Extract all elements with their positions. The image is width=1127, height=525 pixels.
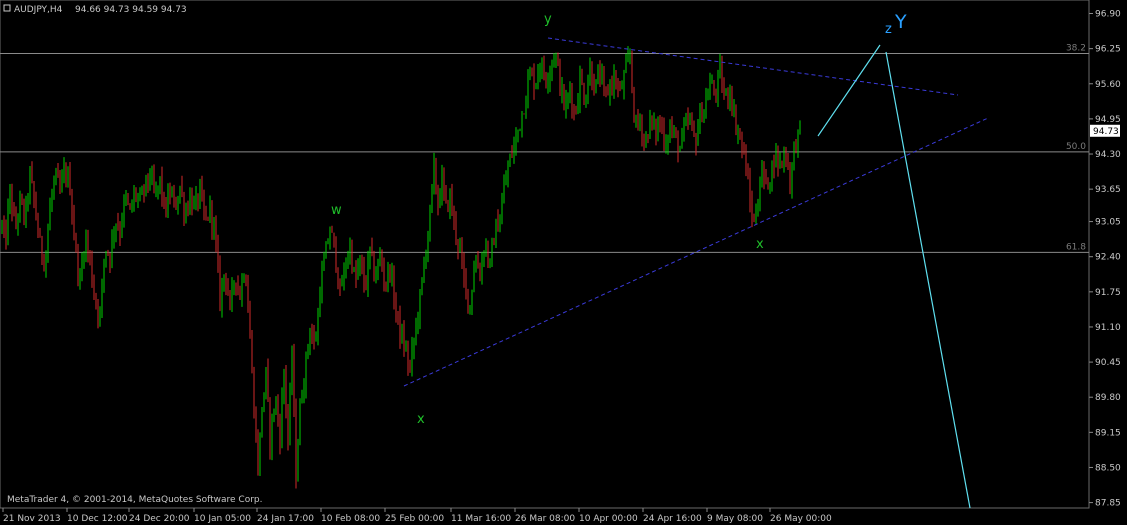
fib-level-label: 61.8 xyxy=(1066,242,1086,252)
price-axis-label: 89.80 xyxy=(1095,393,1121,403)
current-price-value: 94.73 xyxy=(1093,127,1119,137)
time-axis-label: 24 Dec 20:00 xyxy=(129,514,190,524)
time-axis-label: 10 Dec 12:00 xyxy=(67,514,128,524)
time-axis-label: 11 Mar 16:00 xyxy=(451,514,511,524)
copyright-text: MetaTrader 4, © 2001-2014, MetaQuotes So… xyxy=(7,495,263,505)
symbol-label: AUDJPY,H4 xyxy=(14,5,63,15)
price-axis-label: 92.40 xyxy=(1095,253,1121,263)
price-axis-label: 93.65 xyxy=(1095,185,1121,195)
time-axis-label: 26 Mar 08:00 xyxy=(515,514,575,524)
price-axis-label: 93.05 xyxy=(1095,218,1121,228)
price-axis-label: 94.30 xyxy=(1095,150,1121,160)
ohlc-values: 94.66 94.73 94.59 94.73 xyxy=(75,5,187,15)
price-axis-label: 91.75 xyxy=(1095,288,1121,298)
price-axis-label: 96.90 xyxy=(1095,10,1121,20)
time-axis[interactable]: 21 Nov 2013 10 Dec 12:00 24 Dec 20:00 10 Ja… xyxy=(2,508,832,524)
wave-label-Y: Y xyxy=(894,11,907,33)
price-axis-label: 88.50 xyxy=(1095,463,1121,473)
time-axis-label: 10 Feb 08:00 xyxy=(321,514,380,524)
time-axis-label: 9 May 08:00 xyxy=(707,514,763,524)
chart-header: AUDJPY,H4 94.66 94.73 94.59 94.73 xyxy=(3,4,187,15)
time-axis-label: 26 May 00:00 xyxy=(770,514,832,524)
chart-window[interactable]: 38.2 50.0 61.8 w x y x z Y AUDJPY,H4 94.… xyxy=(0,0,1127,525)
time-axis-label: 21 Nov 2013 xyxy=(3,514,61,524)
price-axis-label: 89.15 xyxy=(1095,428,1121,438)
current-price-tag: 94.73 xyxy=(1090,124,1120,137)
time-axis-label: 10 Apr 00:00 xyxy=(579,514,638,524)
time-axis-label: 24 Apr 16:00 xyxy=(643,514,702,524)
chart-canvas[interactable]: 38.2 50.0 61.8 w x y x z Y AUDJPY,H4 94.… xyxy=(0,0,1127,525)
wave-label-z: z xyxy=(885,22,892,37)
time-axis-label: 10 Jan 05:00 xyxy=(194,514,251,524)
price-axis[interactable]: 96.90 96.25 95.60 94.95 94.30 93.65 93.05 92.40… xyxy=(1089,10,1121,509)
price-axis-label: 96.25 xyxy=(1095,45,1121,55)
wave-label-x: x xyxy=(756,237,764,252)
fib-level-label: 38.2 xyxy=(1066,44,1086,54)
wave-label-y: y xyxy=(544,12,552,27)
fib-level-label: 50.0 xyxy=(1066,142,1086,152)
price-axis-label: 90.45 xyxy=(1095,358,1121,368)
wave-label-x: x xyxy=(417,412,425,427)
price-axis-label: 95.60 xyxy=(1095,80,1121,90)
price-axis-label: 91.10 xyxy=(1095,323,1121,333)
price-axis-label: 94.95 xyxy=(1095,115,1121,125)
time-axis-label: 25 Feb 00:00 xyxy=(385,514,444,524)
time-axis-label: 24 Jan 17:00 xyxy=(257,514,314,524)
wave-label-w: w xyxy=(331,203,342,218)
price-axis-label: 87.85 xyxy=(1095,499,1121,509)
